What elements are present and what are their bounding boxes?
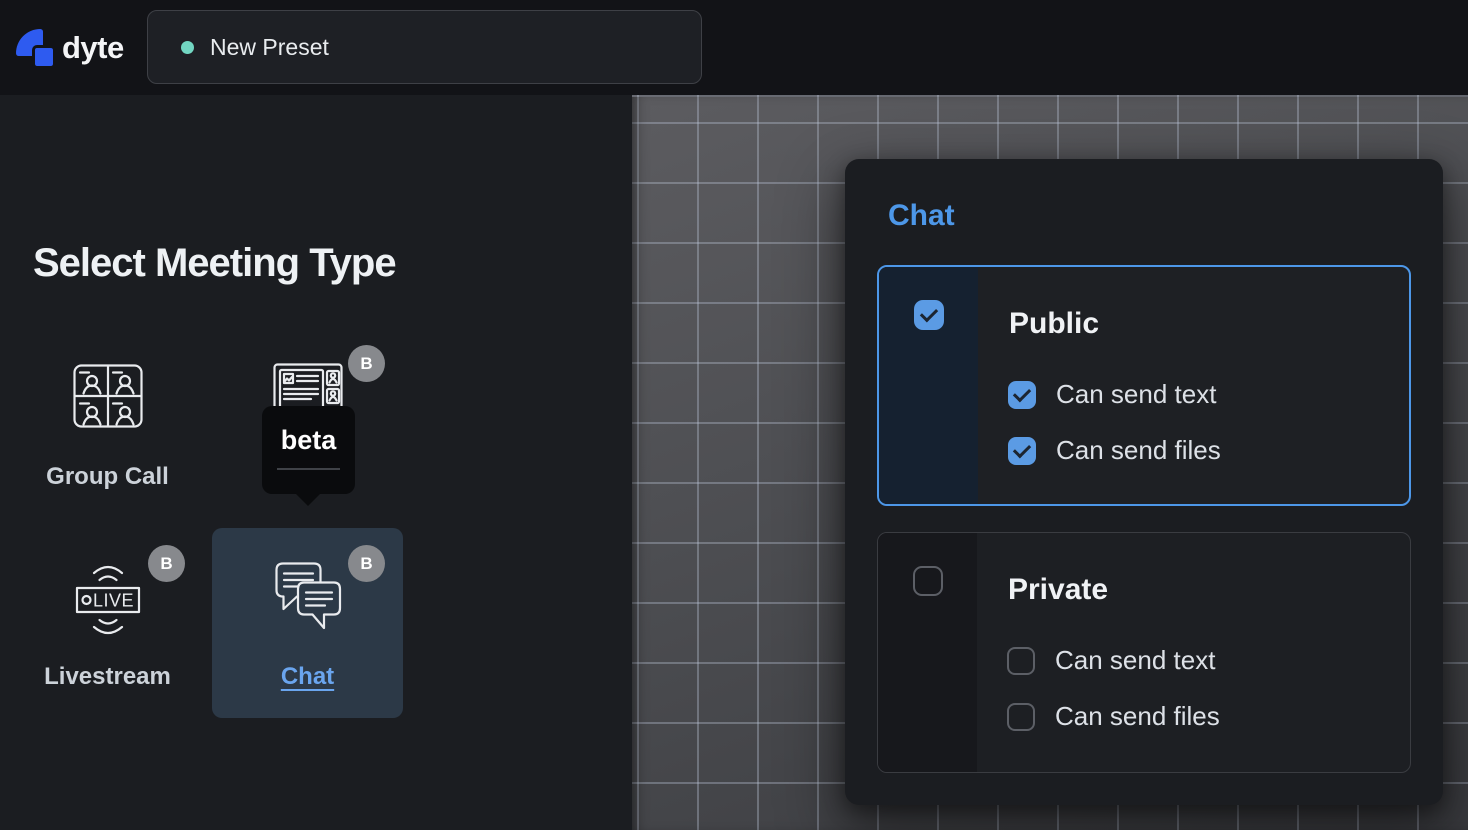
brand-name: dyte (62, 30, 124, 66)
public-can-send-files-row: Can send files (1008, 435, 1221, 466)
dyte-logo-icon (16, 29, 54, 67)
meeting-type-livestream[interactable]: LIVE Livestream B (12, 528, 203, 718)
meeting-type-sidebar: Select Meeting Type Group Call (0, 95, 632, 830)
private-can-send-text-checkbox[interactable] (1007, 647, 1035, 675)
private-strip (878, 533, 977, 772)
chat-beta-badge: B (348, 545, 385, 582)
public-group-card: Public Can send text Can send files (877, 265, 1411, 506)
preset-name-value: New Preset (210, 34, 329, 61)
public-can-send-files-checkbox[interactable] (1008, 437, 1036, 465)
top-bar: dyte New Preset (0, 0, 1468, 95)
public-can-send-files-label: Can send files (1056, 435, 1221, 466)
public-strip (879, 267, 978, 504)
private-can-send-text-row: Can send text (1007, 645, 1215, 676)
preset-status-dot-icon (181, 41, 194, 54)
meeting-type-group-call[interactable]: Group Call (12, 328, 203, 518)
private-can-send-files-row: Can send files (1007, 701, 1220, 732)
livestream-label: Livestream (12, 663, 203, 691)
private-can-send-text-label: Can send text (1055, 645, 1215, 676)
page-title: Select Meeting Type (33, 241, 396, 286)
private-group-body: Private Can send text Can send files (977, 533, 1410, 772)
public-can-send-text-row: Can send text (1008, 379, 1216, 410)
public-can-send-text-checkbox[interactable] (1008, 381, 1036, 409)
private-checkbox[interactable] (913, 566, 943, 596)
private-group-card: Private Can send text Can send files (877, 532, 1411, 773)
beta-tooltip: beta (262, 406, 355, 494)
public-checkbox[interactable] (914, 300, 944, 330)
preset-name-input[interactable]: New Preset (147, 10, 702, 84)
private-can-send-files-label: Can send files (1055, 701, 1220, 732)
livestream-beta-badge: B (148, 545, 185, 582)
beta-tooltip-text: beta (262, 425, 355, 456)
group-call-label: Group Call (12, 463, 203, 491)
panel-title: Chat (888, 199, 955, 233)
chat-label[interactable]: Chat (212, 663, 403, 691)
webinar-beta-badge: B (348, 345, 385, 382)
private-can-send-files-checkbox[interactable] (1007, 703, 1035, 731)
meeting-type-chat[interactable]: Chat B (212, 528, 403, 718)
private-group-name: Private (1008, 573, 1108, 607)
public-group-body: Public Can send text Can send files (978, 267, 1409, 504)
public-can-send-text-label: Can send text (1056, 379, 1216, 410)
tooltip-divider (277, 468, 340, 470)
public-group-name: Public (1009, 307, 1099, 341)
group-call-icon (12, 328, 203, 463)
chat-config-panel: Chat Public Can send text Can send files… (845, 159, 1443, 805)
svg-text:LIVE: LIVE (93, 590, 134, 610)
